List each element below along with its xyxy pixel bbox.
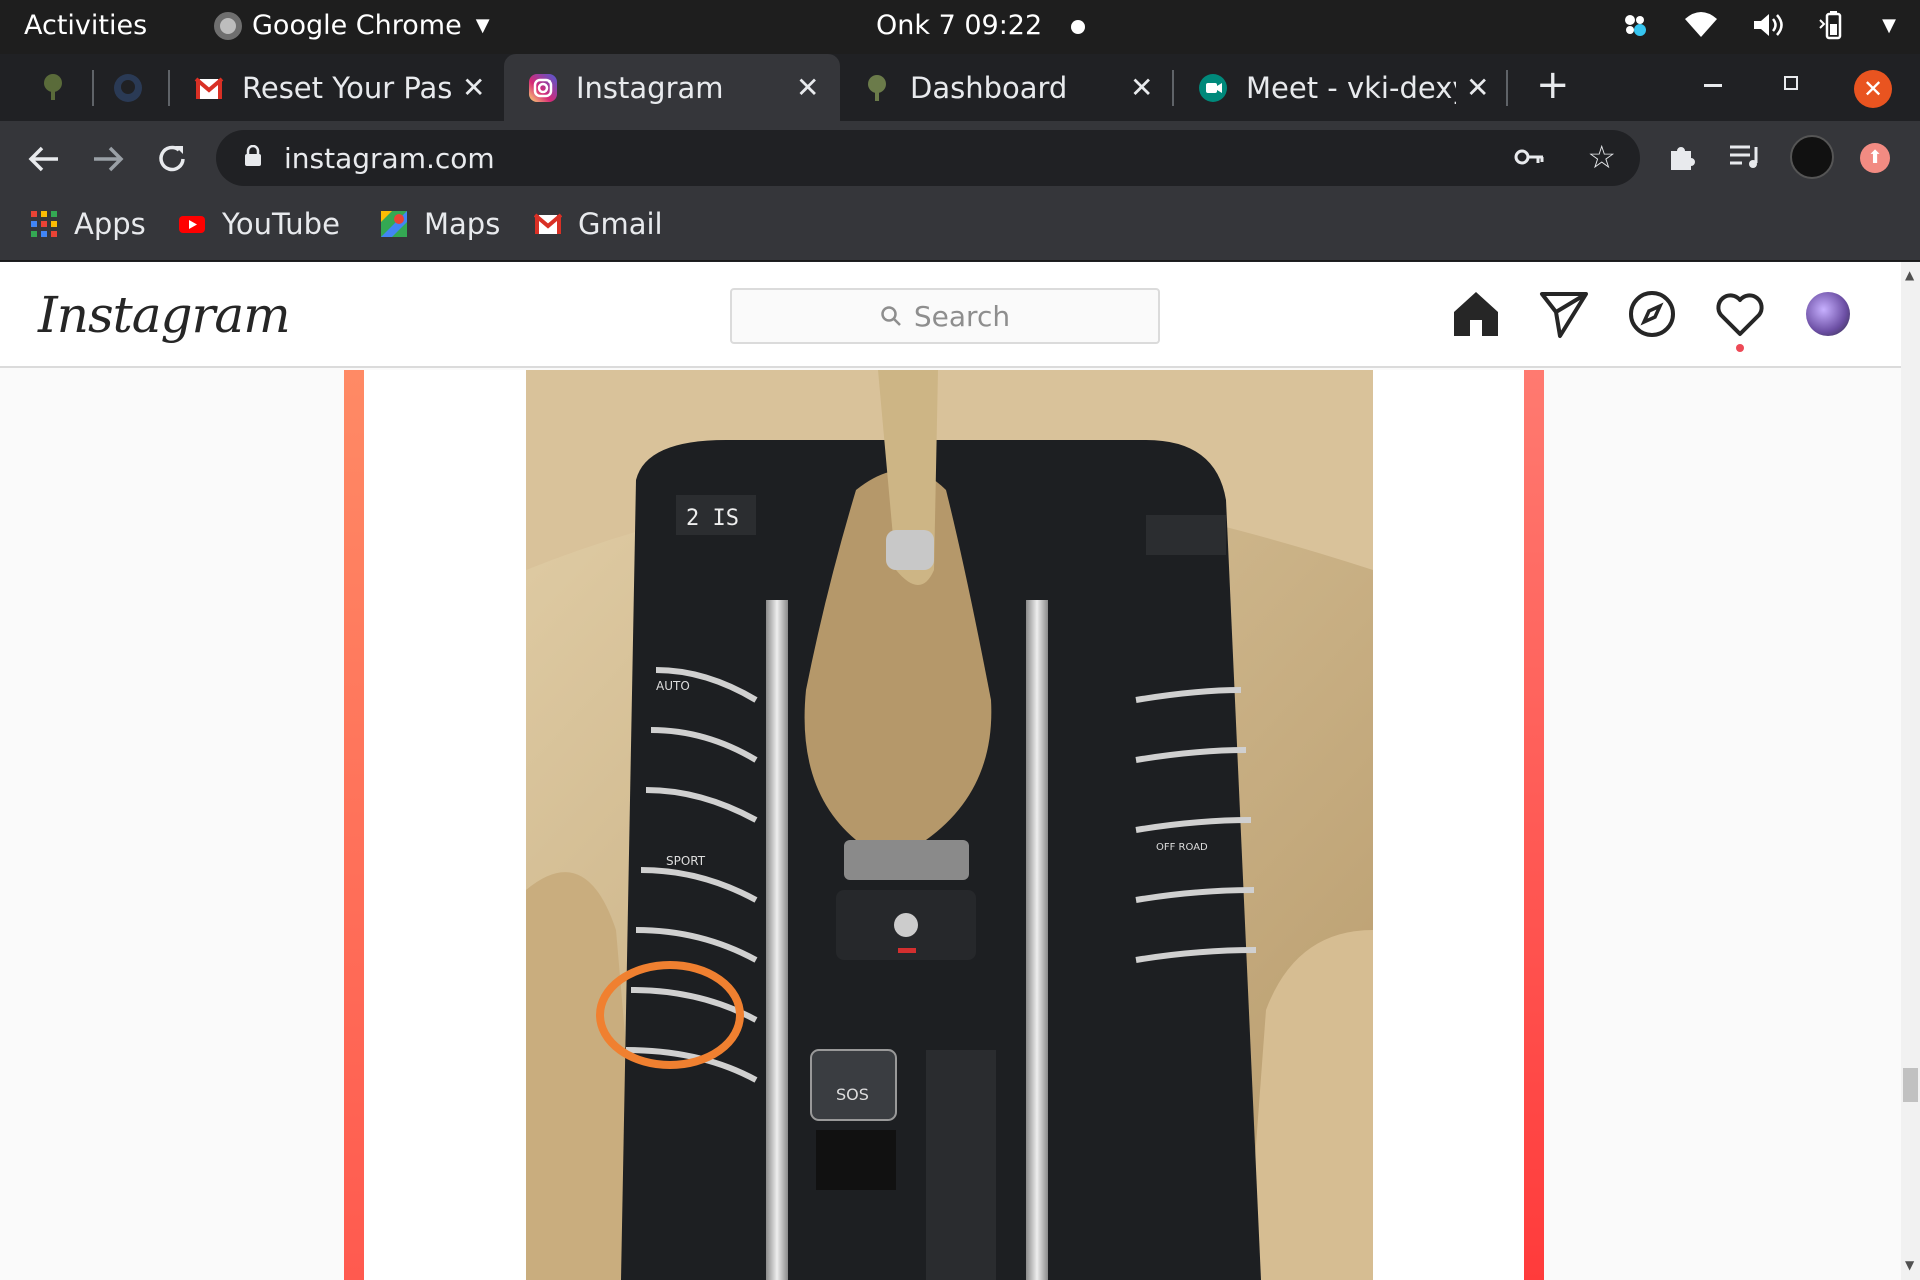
direct-icon[interactable] xyxy=(1538,288,1590,340)
tab-title: Meet - vki-dexy xyxy=(1246,70,1456,105)
instagram-page: Instagram Search 2 IS SPORT AUTO OFF ROA… xyxy=(0,262,1901,1280)
url-text[interactable]: instagram.com xyxy=(284,142,495,175)
bookmark-label: YouTube xyxy=(222,207,340,241)
photo-label: SOS xyxy=(836,1085,869,1104)
scroll-up-icon[interactable]: ▲ xyxy=(1905,268,1914,282)
app-name: Google Chrome xyxy=(252,10,462,41)
bookmarks-bar: Apps YouTube Maps Gmail xyxy=(0,195,1920,261)
bookmark-maps[interactable]: Maps xyxy=(380,207,500,241)
search-icon xyxy=(881,306,901,326)
caret-down-icon: ▼ xyxy=(475,15,490,36)
bookmark-label: Maps xyxy=(424,207,501,241)
slack-icon[interactable] xyxy=(1620,10,1650,40)
battery-icon[interactable] xyxy=(1818,10,1848,40)
bookmark-gmail[interactable]: Gmail xyxy=(534,207,663,241)
apps-grid-icon xyxy=(31,211,57,237)
post-image[interactable]: 2 IS SPORT AUTO OFF ROAD SOS xyxy=(526,370,1373,1280)
bookmark-star-icon[interactable]: ☆ xyxy=(1587,138,1616,176)
tab-title: Instagram xyxy=(576,70,724,105)
update-icon[interactable]: ⬆ xyxy=(1860,143,1890,173)
tab-meet[interactable]: Meet - vki-dexy ✕ xyxy=(1184,54,1504,121)
bookmark-youtube[interactable]: YouTube xyxy=(178,207,340,241)
bookmark-label: Gmail xyxy=(578,207,663,241)
bookmark-apps[interactable]: Apps xyxy=(30,207,146,241)
tree-icon xyxy=(868,74,886,101)
story-gradient-bar-right xyxy=(1524,370,1544,1280)
page-scrollbar[interactable]: ▲ ▼ xyxy=(1901,262,1920,1280)
close-tab-icon[interactable]: ✕ xyxy=(462,71,485,104)
browser-toolbar: instagram.com ☆ ⬆ xyxy=(0,121,1920,195)
explore-icon[interactable] xyxy=(1626,288,1678,340)
gmail-icon xyxy=(534,213,562,234)
search-placeholder: Search xyxy=(913,299,1011,333)
address-bar[interactable]: instagram.com ☆ xyxy=(216,130,1640,186)
password-key-icon[interactable] xyxy=(1514,146,1544,168)
instagram-icon xyxy=(529,73,557,102)
system-tray[interactable]: ▼ xyxy=(1620,10,1896,40)
activity-notification-dot xyxy=(1736,344,1744,352)
profile-avatar[interactable] xyxy=(1790,135,1834,179)
tab-instagram[interactable]: Instagram ✕ xyxy=(504,54,840,121)
system-menu-caret-icon[interactable]: ▼ xyxy=(1882,15,1896,36)
profile-avatar[interactable] xyxy=(1806,292,1850,336)
instagram-header: Instagram Search xyxy=(0,262,1901,368)
tab-dashboard[interactable]: Dashboard ✕ xyxy=(848,54,1168,121)
home-icon[interactable] xyxy=(1450,288,1502,340)
story-gradient-bar-left xyxy=(344,370,364,1280)
bookmark-label: Apps xyxy=(74,207,146,241)
activity-heart-icon[interactable] xyxy=(1714,288,1766,340)
reload-icon[interactable] xyxy=(156,143,188,175)
tree-icon[interactable] xyxy=(38,72,68,102)
forward-arrow-icon[interactable] xyxy=(92,145,124,173)
app-menu[interactable]: Google Chrome ▼ xyxy=(214,10,490,41)
instagram-logo[interactable]: Instagram xyxy=(38,286,291,344)
gmail-icon xyxy=(194,76,224,99)
tab-title: Dashboard xyxy=(910,70,1068,105)
youtube-icon xyxy=(179,216,205,233)
github-icon[interactable] xyxy=(112,72,144,104)
lock-icon[interactable] xyxy=(244,145,262,167)
system-top-bar: Activities Google Chrome ▼ Onk 7 09:22 ▼ xyxy=(0,0,1920,54)
wifi-icon[interactable] xyxy=(1684,11,1718,39)
chrome-icon xyxy=(214,11,242,40)
tab-reset-password[interactable]: Reset Your Pas ✕ xyxy=(180,54,500,121)
restore-icon[interactable] xyxy=(1784,76,1798,90)
meet-icon xyxy=(1199,73,1227,102)
photo-label: AUTO xyxy=(656,679,690,693)
close-tab-icon[interactable]: ✕ xyxy=(796,71,819,104)
minimize-icon[interactable] xyxy=(1704,84,1722,87)
clock[interactable]: Onk 7 09:22 xyxy=(876,10,1042,41)
close-tab-icon[interactable]: ✕ xyxy=(1466,71,1489,104)
activities-button[interactable]: Activities xyxy=(24,10,147,41)
extensions-puzzle-icon[interactable] xyxy=(1666,141,1698,173)
car-center-console-photo: 2 IS SPORT AUTO OFF ROAD SOS xyxy=(526,370,1373,1280)
volume-icon[interactable] xyxy=(1752,11,1784,39)
tab-title: Reset Your Pas xyxy=(242,70,452,105)
notification-dot xyxy=(1071,20,1085,34)
close-window-icon[interactable]: ✕ xyxy=(1854,70,1892,108)
tab-strip: Reset Your Pas ✕ Instagram ✕ Dashboard ✕… xyxy=(0,54,1920,121)
scroll-down-icon[interactable]: ▼ xyxy=(1905,1258,1914,1272)
photo-label: SPORT xyxy=(666,854,706,868)
back-arrow-icon[interactable] xyxy=(28,145,60,173)
search-input[interactable]: Search xyxy=(730,288,1160,344)
photo-label: 2 IS xyxy=(686,506,739,531)
new-tab-icon[interactable]: + xyxy=(1536,62,1570,108)
maps-icon xyxy=(381,211,407,237)
media-queue-icon[interactable] xyxy=(1728,143,1762,171)
scrollbar-thumb[interactable] xyxy=(1903,1068,1918,1102)
photo-label: OFF ROAD xyxy=(1156,842,1208,853)
close-tab-icon[interactable]: ✕ xyxy=(1130,71,1153,104)
